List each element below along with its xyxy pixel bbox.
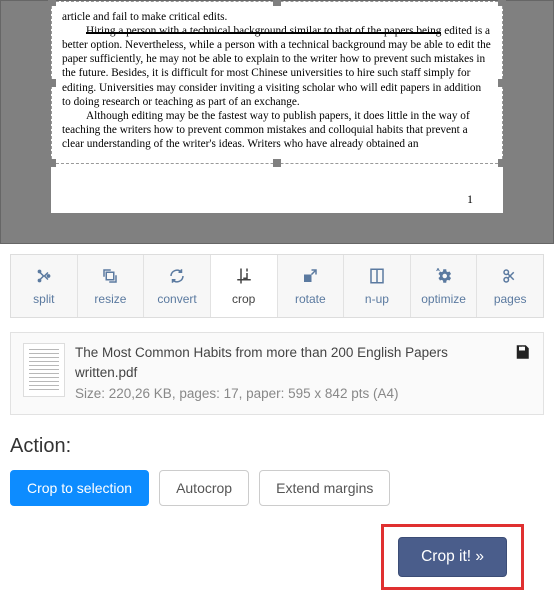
split-icon bbox=[35, 267, 53, 288]
doc-p2: Although editing may be the fastest way … bbox=[62, 109, 492, 151]
file-info-box: The Most Common Habits from more than 20… bbox=[10, 332, 544, 415]
crop-icon bbox=[235, 267, 253, 288]
tool-resize-label: resize bbox=[94, 292, 126, 306]
crop-to-selection-button[interactable]: Crop to selection bbox=[10, 470, 149, 506]
handle-s[interactable] bbox=[273, 159, 281, 167]
doc-p1-strike: Hiring a person with a technical backgro… bbox=[86, 25, 441, 37]
handle-se[interactable] bbox=[498, 159, 506, 167]
file-meta: Size: 220,26 KB, pages: 17, paper: 595 x… bbox=[75, 384, 503, 404]
pages-icon bbox=[501, 267, 519, 288]
doc-p1-rest: edited is a better option. Nevertheless,… bbox=[62, 25, 491, 108]
action-label: Action: bbox=[10, 435, 544, 458]
crop-it-button[interactable]: Crop it! » bbox=[398, 537, 507, 577]
extend-margins-button[interactable]: Extend margins bbox=[259, 470, 390, 506]
page-number: 1 bbox=[51, 164, 503, 213]
handle-sw[interactable] bbox=[48, 159, 56, 167]
document-text: article and fail to make critical edits.… bbox=[62, 10, 492, 151]
handle-nw[interactable] bbox=[48, 0, 56, 6]
toolbar: split resize convert crop rotate n-up op… bbox=[10, 254, 544, 318]
handle-e[interactable] bbox=[498, 79, 506, 87]
rotate-icon bbox=[301, 267, 319, 288]
highlight-box: Crop it! » bbox=[381, 524, 524, 590]
tool-optimize[interactable]: optimize bbox=[411, 255, 478, 317]
tool-nup[interactable]: n-up bbox=[344, 255, 411, 317]
tool-rotate-label: rotate bbox=[295, 292, 326, 306]
nup-icon bbox=[368, 267, 386, 288]
tool-nup-label: n-up bbox=[365, 292, 389, 306]
tool-convert-label: convert bbox=[157, 292, 196, 306]
convert-icon bbox=[168, 267, 186, 288]
tool-convert[interactable]: convert bbox=[144, 255, 211, 317]
file-name: The Most Common Habits from more than 20… bbox=[75, 343, 503, 384]
tool-pages-label: pages bbox=[494, 292, 527, 306]
page-viewer: article and fail to make critical edits.… bbox=[0, 0, 554, 244]
tool-pages[interactable]: pages bbox=[477, 255, 543, 317]
optimize-icon bbox=[435, 267, 453, 288]
file-thumbnail bbox=[23, 343, 65, 397]
action-buttons: Crop to selection Autocrop Extend margin… bbox=[10, 470, 544, 506]
doc-line-cut: article and fail to make critical edits. bbox=[62, 10, 492, 24]
handle-w[interactable] bbox=[48, 79, 56, 87]
handle-n[interactable] bbox=[273, 0, 281, 6]
save-icon[interactable] bbox=[513, 343, 531, 364]
tool-split[interactable]: split bbox=[11, 255, 78, 317]
tool-crop[interactable]: crop bbox=[211, 255, 278, 317]
tool-split-label: split bbox=[33, 292, 54, 306]
crop-selection[interactable]: article and fail to make critical edits.… bbox=[51, 1, 503, 164]
autocrop-button[interactable]: Autocrop bbox=[159, 470, 249, 506]
tool-rotate[interactable]: rotate bbox=[278, 255, 345, 317]
tool-resize[interactable]: resize bbox=[78, 255, 145, 317]
resize-icon bbox=[101, 267, 119, 288]
tool-crop-label: crop bbox=[232, 292, 255, 306]
tool-optimize-label: optimize bbox=[421, 292, 466, 306]
page-canvas: article and fail to make critical edits.… bbox=[51, 1, 503, 213]
handle-ne[interactable] bbox=[498, 0, 506, 6]
